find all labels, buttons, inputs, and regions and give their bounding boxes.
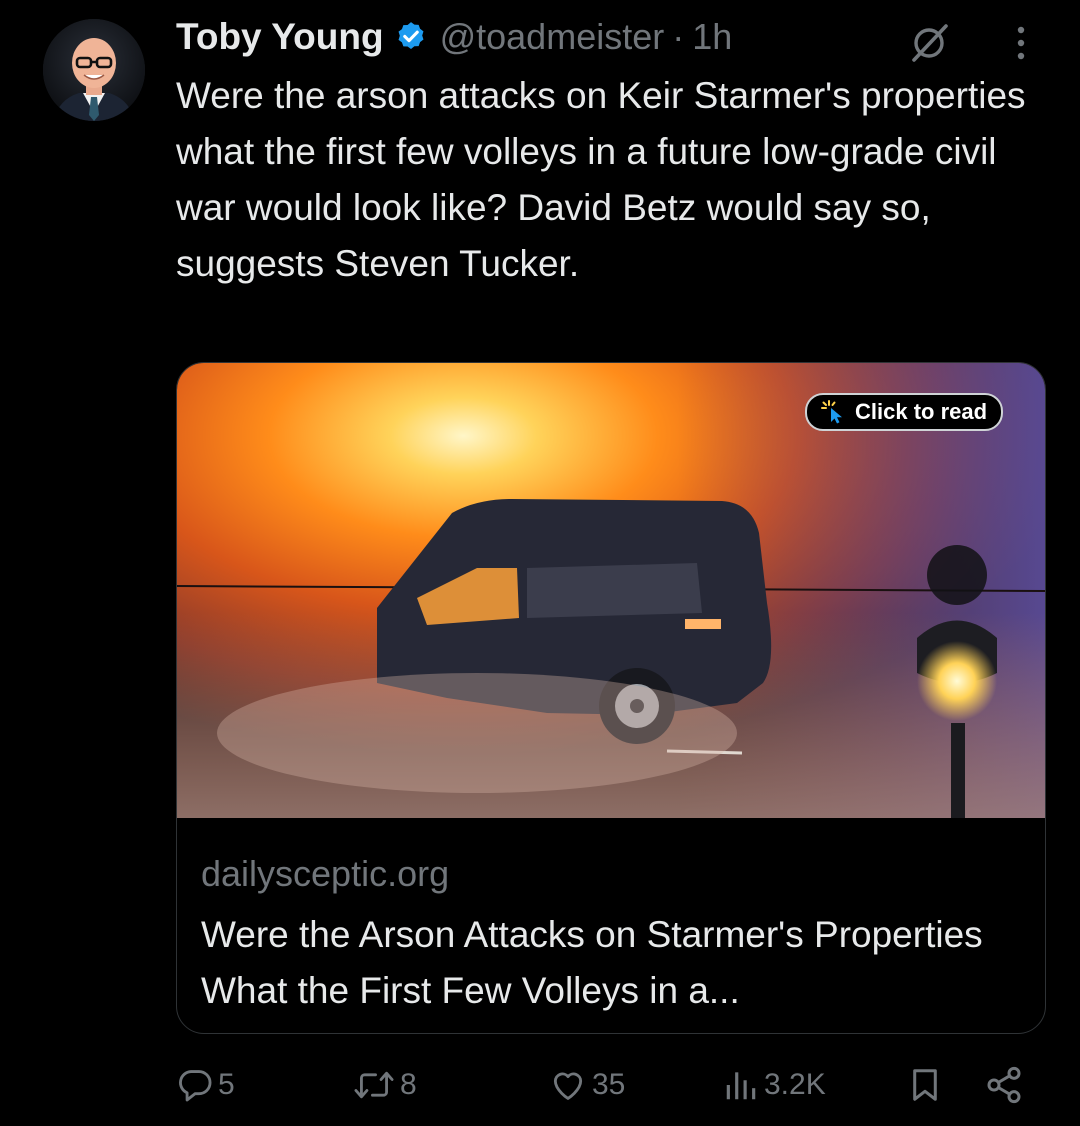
tweet-text: Were the arson attacks on Keir Starmer's… bbox=[176, 75, 1026, 284]
reply-icon bbox=[179, 1070, 212, 1102]
views-button[interactable]: 3.2K bbox=[722, 1062, 826, 1108]
link-card[interactable]: Click to read dailysceptic.org Were the … bbox=[176, 362, 1046, 1034]
click-to-read-label: Click to read bbox=[855, 399, 988, 424]
share-button[interactable] bbox=[984, 1062, 1024, 1108]
tweet-header: Toby Young @toadmeister · 1h bbox=[176, 12, 732, 62]
card-title: Were the Arson Attacks on Starmer's Prop… bbox=[201, 914, 983, 1011]
avatar-image bbox=[43, 19, 145, 121]
reply-button[interactable]: 5 bbox=[176, 1062, 235, 1108]
repost-count: 8 bbox=[400, 1068, 417, 1101]
timestamp[interactable]: 1h bbox=[692, 16, 732, 58]
cursor-click-icon bbox=[821, 400, 842, 424]
bookmark-icon bbox=[913, 1069, 937, 1101]
verified-badge-icon[interactable] bbox=[394, 20, 428, 54]
more-vertical-icon[interactable] bbox=[1006, 20, 1036, 66]
share-icon bbox=[987, 1066, 1021, 1104]
repost-button[interactable]: 8 bbox=[352, 1062, 417, 1108]
display-name[interactable]: Toby Young bbox=[176, 16, 384, 58]
reply-count: 5 bbox=[218, 1068, 235, 1101]
click-to-read-badge[interactable]: Click to read bbox=[805, 393, 1004, 431]
tweet: Toby Young @toadmeister · 1h Were the ar… bbox=[0, 0, 1080, 1126]
like-count: 35 bbox=[592, 1068, 626, 1101]
like-button[interactable]: 35 bbox=[548, 1062, 625, 1108]
views-icon bbox=[726, 1072, 756, 1100]
grok-icon[interactable] bbox=[906, 20, 952, 66]
card-image[interactable] bbox=[177, 363, 1045, 818]
view-count: 3.2K bbox=[764, 1068, 826, 1101]
avatar[interactable] bbox=[43, 19, 145, 121]
bookmark-button[interactable] bbox=[906, 1062, 944, 1108]
separator-dot: · bbox=[672, 16, 685, 57]
user-handle[interactable]: @toadmeister bbox=[440, 16, 665, 58]
repost-icon bbox=[354, 1071, 394, 1099]
heart-icon bbox=[553, 1072, 583, 1100]
card-domain: dailysceptic.org bbox=[201, 853, 450, 894]
